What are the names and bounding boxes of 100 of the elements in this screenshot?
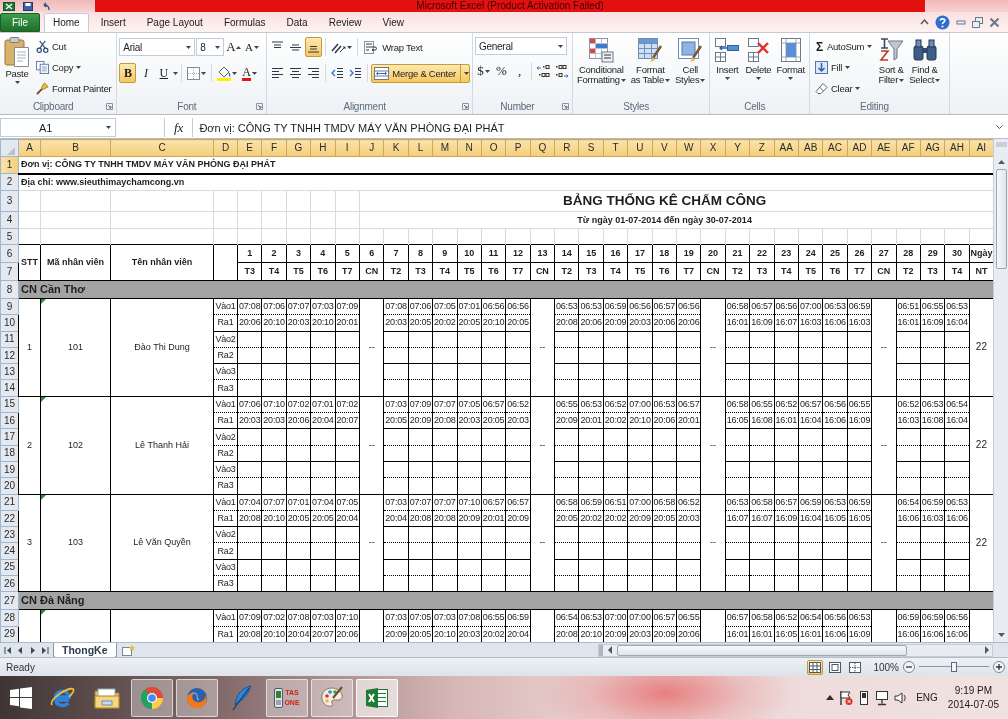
speaker-icon[interactable] (894, 690, 908, 705)
expand-icon[interactable] (996, 125, 1003, 130)
view-button[interactable] (847, 659, 864, 675)
column-header[interactable]: A (18, 139, 41, 157)
scroll-right-icon[interactable] (982, 644, 992, 656)
row-header[interactable]: 3 (0, 190, 19, 212)
column-header[interactable]: AB (798, 139, 823, 157)
currency-button[interactable]: $ (474, 61, 492, 81)
zoom-level[interactable]: 100% (873, 661, 899, 673)
column-header[interactable]: AF (896, 139, 921, 157)
flag-icon[interactable] (839, 689, 854, 706)
error-indicator-icon[interactable] (41, 299, 46, 304)
split-handle[interactable] (599, 644, 603, 656)
close-icon[interactable] (989, 16, 1000, 28)
autosum-button[interactable]: Σ AutoSum (812, 37, 876, 56)
paste-button[interactable]: Paste (2, 35, 32, 99)
column-header[interactable]: V (652, 139, 677, 157)
column-header[interactable]: Z (749, 139, 775, 157)
column-header[interactable]: I (335, 139, 360, 157)
minimize-icon[interactable] (956, 17, 966, 27)
caret-up-icon[interactable] (826, 695, 835, 700)
error-indicator-icon[interactable] (41, 397, 46, 402)
file-tab[interactable]: File (0, 13, 40, 32)
column-header[interactable]: O (481, 139, 506, 157)
column-header[interactable]: AH (944, 139, 970, 157)
view-button[interactable] (807, 659, 824, 675)
dialog-launcher-icon[interactable] (106, 103, 114, 110)
scrollbar-thumb[interactable] (617, 644, 907, 656)
sheet-tab[interactable]: ThongKe (53, 642, 117, 658)
column-header[interactable]: AA (774, 139, 799, 157)
column-header[interactable]: L (408, 139, 433, 157)
merge-center-button[interactable]: Merge & Center (371, 63, 470, 83)
scrollbar-thumb[interactable] (995, 169, 1007, 269)
column-header[interactable]: G (286, 139, 311, 157)
column-header[interactable]: S (578, 139, 604, 157)
editing-button[interactable]: Sort & Filter (876, 35, 907, 99)
column-header[interactable]: AG (920, 139, 945, 157)
wrap-text-button[interactable]: Wrap Text (361, 37, 426, 57)
shrink-font-button[interactable]: A (243, 37, 261, 57)
font-size-field[interactable]: 8 (196, 38, 225, 56)
column-header[interactable]: P (505, 139, 531, 157)
help-icon[interactable] (935, 14, 950, 30)
column-header[interactable]: W (676, 139, 701, 157)
column-header[interactable]: U (627, 139, 653, 157)
network-icon[interactable] (875, 689, 890, 706)
column-header[interactable]: AI (969, 139, 993, 157)
zoom-slider-thumb[interactable] (951, 662, 957, 672)
column-header[interactable]: AD (847, 139, 872, 157)
number-format-field[interactable]: General (474, 37, 567, 55)
column-header[interactable]: K (383, 139, 409, 157)
style-button[interactable]: Format as Table (628, 35, 672, 99)
column-header[interactable]: D (213, 139, 238, 157)
restore-icon[interactable] (972, 16, 983, 28)
clear-button[interactable]: Clear (812, 79, 876, 98)
caret-icon[interactable] (173, 71, 179, 75)
next-sheet-icon[interactable] (28, 645, 37, 655)
column-header[interactable]: AE (871, 139, 897, 157)
column-header[interactable]: H (310, 139, 336, 157)
device-icon[interactable] (858, 689, 871, 706)
ribbon-tab[interactable]: Review (319, 13, 371, 32)
column-header[interactable]: R (554, 139, 579, 157)
zoom-out-icon[interactable] (903, 661, 915, 673)
grow-font-button[interactable]: A (225, 37, 243, 57)
ribbon-tab[interactable]: Data (277, 13, 317, 32)
dialog-launcher-icon[interactable] (561, 103, 569, 110)
format-painter-button[interactable]: Format Painter (33, 79, 115, 98)
column-header[interactable]: AC (822, 139, 848, 157)
zoom-in-icon[interactable] (993, 661, 1005, 673)
ribbon-tab[interactable]: Formulas (214, 13, 275, 32)
last-sheet-icon[interactable] (40, 645, 49, 655)
taskbar-app-button[interactable] (131, 678, 173, 717)
ribbon-tab[interactable]: Home (44, 13, 89, 32)
fill-button[interactable]: Fill (812, 58, 876, 77)
save-icon[interactable] (23, 1, 33, 11)
clock-button[interactable]: 9:19 PM 2014-07-05 (942, 684, 1004, 711)
comma-button[interactable]: , (510, 61, 528, 81)
vertical-scrollbar[interactable] (993, 139, 1008, 642)
view-button[interactable] (827, 659, 844, 675)
underline-button[interactable]: U (155, 63, 173, 83)
font-name-field[interactable]: Arial (119, 38, 196, 56)
error-indicator-icon[interactable] (41, 495, 46, 500)
style-button[interactable]: Cell Styles (673, 35, 708, 99)
font-color-button[interactable]: A (240, 63, 259, 83)
horizontal-scrollbar[interactable] (598, 643, 993, 657)
style-button[interactable]: Conditional Formatting (574, 35, 628, 99)
ribbon-tab[interactable]: Page Layout (137, 13, 212, 32)
formula-field[interactable]: Đơn vị: CÔNG TY TNHH TMDV MÁY VĂN PHÒNG ĐẠI PHÁT (192, 118, 991, 137)
bold-button[interactable]: B (119, 63, 137, 83)
undo-icon[interactable] (41, 1, 51, 11)
column-header[interactable]: F (261, 139, 287, 157)
column-header[interactable]: X (700, 139, 726, 157)
column-header[interactable]: T (603, 139, 628, 157)
editing-button[interactable]: Find & Select (907, 35, 943, 99)
previous-sheet-icon[interactable] (16, 645, 25, 655)
italic-button[interactable]: I (137, 63, 155, 83)
column-header[interactable]: M (432, 139, 457, 157)
ribbon-tab[interactable]: Insert (91, 13, 135, 32)
taskbar-app-button[interactable] (176, 678, 218, 717)
insert-function-button[interactable]: fx (165, 118, 193, 137)
column-header[interactable]: E (237, 139, 262, 157)
